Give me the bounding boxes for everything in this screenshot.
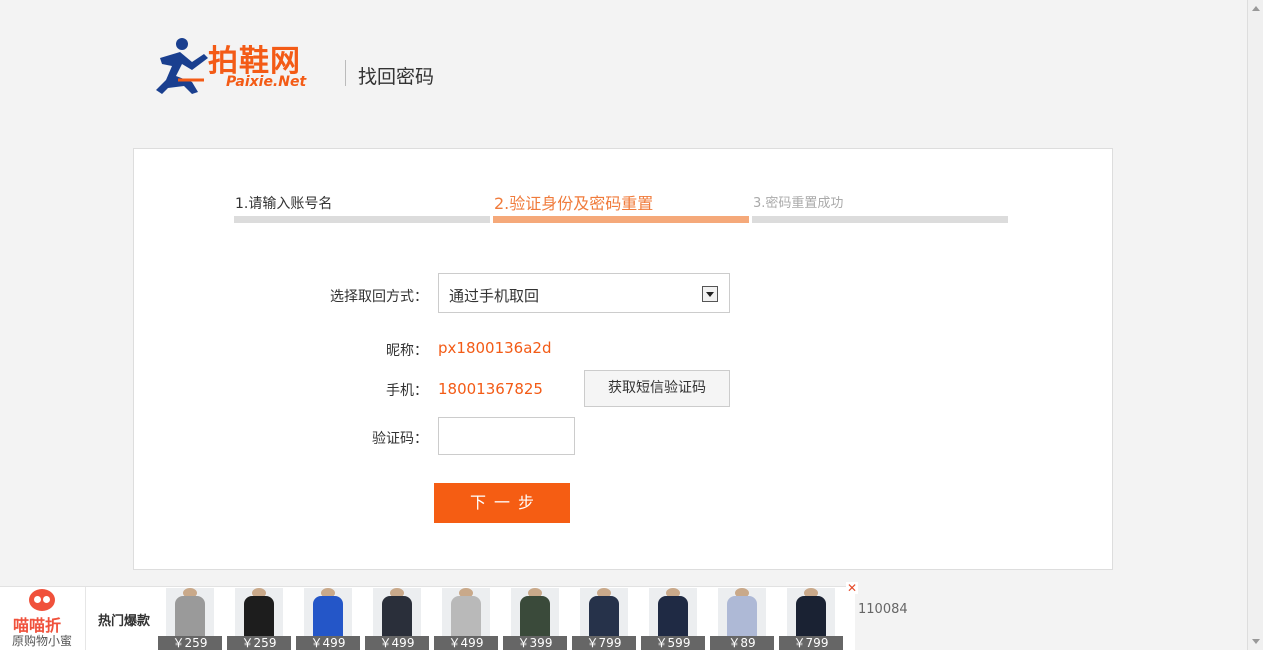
product-price: ￥499 — [296, 636, 360, 650]
dropdown-arrow-icon[interactable] — [702, 286, 718, 302]
page-title: 找回密码 — [358, 66, 435, 88]
product-image — [235, 588, 283, 638]
shirt-shape — [520, 596, 550, 638]
site-logo[interactable]: 拍鞋网 Paixie.Net — [152, 36, 328, 96]
product-price: ￥259 — [227, 636, 291, 650]
product-image — [373, 588, 421, 638]
scroll-up-icon[interactable] — [1252, 6, 1260, 11]
next-step-button[interactable]: 下一步 — [434, 483, 570, 523]
promo-brand[interactable]: 喵喵折 原购物小蜜 — [0, 587, 86, 650]
hot-items-label: 热门爆款 — [98, 614, 151, 629]
step-3-label: 3.密码重置成功 — [753, 196, 844, 211]
close-icon[interactable]: ✕ — [846, 582, 858, 594]
footer-text: 110084 — [858, 602, 908, 617]
page: 拍鞋网 Paixie.Net 找回密码 1.请输入账号名 2.验证身份及密码重置… — [0, 0, 1263, 650]
get-sms-code-button[interactable]: 获取短信验证码 — [584, 370, 730, 407]
product-price: ￥259 — [158, 636, 222, 650]
product-item[interactable]: ￥89 — [710, 587, 774, 650]
product-image — [304, 588, 352, 638]
product-image — [511, 588, 559, 638]
product-image — [166, 588, 214, 638]
product-image — [649, 588, 697, 638]
vertical-scrollbar[interactable] — [1247, 0, 1263, 650]
step-2-bar — [493, 216, 749, 223]
product-item[interactable]: ￥499 — [296, 587, 360, 650]
product-image — [580, 588, 628, 638]
step-3-bar — [752, 216, 1008, 223]
method-select[interactable]: 通过手机取回 — [438, 273, 730, 313]
header-divider — [345, 60, 346, 86]
product-price: ￥399 — [503, 636, 567, 650]
step-1-bar — [234, 216, 490, 223]
verification-code-input[interactable] — [438, 417, 575, 455]
shirt-shape — [796, 596, 826, 638]
step-1-label: 1.请输入账号名 — [235, 196, 333, 212]
product-price: ￥499 — [365, 636, 429, 650]
phone-label: 手机： — [386, 383, 428, 399]
code-label: 验证码： — [372, 431, 428, 447]
step-2-label: 2.验证身份及密码重置 — [494, 194, 654, 213]
shirt-shape — [244, 596, 274, 638]
scroll-down-icon[interactable] — [1252, 639, 1260, 644]
product-item[interactable]: ￥499 — [365, 587, 429, 650]
product-item[interactable]: ￥259 — [227, 587, 291, 650]
promo-bar: 喵喵折 原购物小蜜 热门爆款 ￥259 ￥259 ￥499 ￥499 ￥499 ￥399 ￥… — [0, 586, 855, 650]
product-image — [718, 588, 766, 638]
promo-brand-slogan: 原购物小蜜 — [12, 634, 73, 648]
shirt-shape — [727, 596, 757, 638]
step-2: 2.验证身份及密码重置 — [493, 193, 749, 223]
product-item[interactable]: ￥259 — [158, 587, 222, 650]
product-item[interactable]: ￥599 — [641, 587, 705, 650]
step-1: 1.请输入账号名 — [234, 193, 490, 223]
product-price: ￥599 — [641, 636, 705, 650]
product-price: ￥799 — [779, 636, 843, 650]
shirt-shape — [313, 596, 343, 638]
shirt-shape — [382, 596, 412, 638]
phone-value: 18001367825 — [438, 380, 543, 398]
reset-password-card: 1.请输入账号名 2.验证身份及密码重置 3.密码重置成功 选择取回方式： 通过… — [133, 148, 1113, 570]
shirt-shape — [589, 596, 619, 638]
product-item[interactable]: ￥399 — [503, 587, 567, 650]
product-price: ￥499 — [434, 636, 498, 650]
shirt-shape — [451, 596, 481, 638]
logo-subtext: Paixie.Net — [226, 74, 307, 90]
product-item[interactable]: ￥499 — [434, 587, 498, 650]
step-3: 3.密码重置成功 — [752, 193, 1008, 223]
product-price: ￥799 — [572, 636, 636, 650]
shirt-shape — [175, 596, 205, 638]
product-item[interactable]: ￥799 — [572, 587, 636, 650]
product-image — [787, 588, 835, 638]
nickname-label: 昵称： — [386, 343, 428, 359]
shirt-shape — [658, 596, 688, 638]
product-price: ￥89 — [710, 636, 774, 650]
product-item[interactable]: ￥799 — [779, 587, 843, 650]
cat-face-icon — [29, 589, 55, 611]
method-select-value: 通过手机取回 — [449, 287, 540, 305]
nickname-value: px1800136a2d — [438, 339, 552, 357]
runner-icon — [156, 38, 208, 94]
product-image — [442, 588, 490, 638]
method-label: 选择取回方式： — [330, 289, 428, 305]
